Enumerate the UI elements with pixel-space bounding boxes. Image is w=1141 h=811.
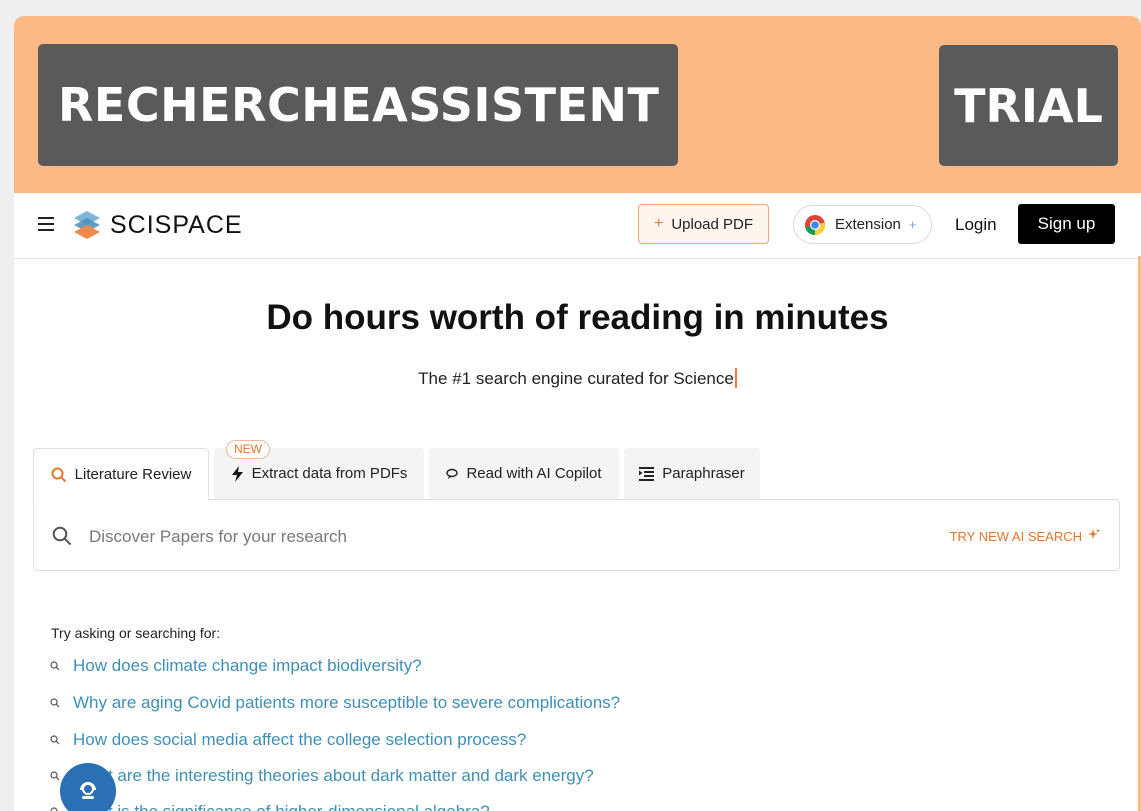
top-navbar: SCISPACE + Upload PDF Extension + Login … [14, 193, 1141, 259]
paraphrase-icon [639, 466, 655, 481]
extension-button[interactable]: Extension + [793, 205, 932, 244]
suggestion-item[interactable]: How does climate change impact biodivers… [50, 656, 422, 676]
banner-trial-label: TRIAL [939, 45, 1118, 166]
search-icon [50, 771, 60, 781]
suggestion-item[interactable]: How does social media affect the college… [50, 730, 526, 750]
tab-label: Paraphraser [662, 465, 745, 482]
chrome-icon [805, 214, 826, 235]
brand-name: SCISPACE [110, 210, 243, 239]
hero-subtitle-text: The #1 search engine curated for Science [418, 369, 734, 388]
suggestions-heading: Try asking or searching for: [51, 625, 221, 641]
upload-pdf-button[interactable]: + Upload PDF [638, 204, 769, 244]
text-cursor [734, 368, 737, 388]
search-bar[interactable]: Discover Papers for your research TRY NE… [33, 499, 1120, 571]
ai-search-label: TRY NEW AI SEARCH [949, 529, 1082, 544]
hero-title: Do hours worth of reading in minutes [266, 298, 889, 337]
upload-pdf-label: Upload PDF [671, 215, 754, 233]
tab-label: Extract data from PDFs [251, 465, 408, 482]
lightning-icon [231, 465, 244, 482]
search-icon [51, 467, 67, 483]
sparkle-icon [1087, 528, 1101, 545]
banner-title: RECHERCHEASSISTENT [38, 44, 678, 166]
login-link[interactable]: Login [955, 215, 997, 235]
search-icon [50, 661, 60, 671]
tab-paraphraser[interactable]: Paraphraser [624, 448, 760, 499]
hero-subtitle: The #1 search engine curated for Science [14, 368, 1141, 389]
suggestion-text: How does climate change impact biodivers… [73, 656, 422, 675]
tab-literature-review[interactable]: Literature Review [33, 448, 209, 500]
search-icon [50, 735, 60, 745]
search-icon [50, 698, 60, 708]
suggestion-text: What is the significance of higher-dimen… [73, 802, 490, 811]
sign-up-button[interactable]: Sign up [1018, 204, 1115, 244]
extension-label: Extension [835, 216, 901, 233]
plus-icon: + [653, 215, 664, 232]
suggestion-item[interactable]: What is the significance of higher-dimen… [50, 802, 490, 811]
search-icon [52, 526, 72, 551]
scispace-logo-icon [74, 211, 100, 239]
suggestion-item[interactable]: What are the interesting theories about … [50, 766, 594, 786]
plus-icon: + [908, 217, 917, 232]
suggestion-text: How does social media affect the college… [73, 730, 527, 749]
suggestion-text: What are the interesting theories about … [73, 766, 594, 785]
support-agent-icon [80, 782, 96, 799]
suggestion-item[interactable]: Why are aging Covid patients more suscep… [50, 693, 620, 713]
menu-icon[interactable] [38, 217, 54, 231]
search-icon [50, 807, 60, 811]
trial-banner: RECHERCHEASSISTENT TRIAL [14, 16, 1141, 193]
try-ai-search-button[interactable]: TRY NEW AI SEARCH [950, 528, 1101, 545]
support-chat-button[interactable] [60, 763, 116, 811]
tab-label: Read with AI Copilot [466, 465, 602, 482]
tab-label: Literature Review [74, 466, 192, 483]
suggestion-text: Why are aging Covid patients more suscep… [73, 693, 621, 712]
tab-read-with-ai-copilot[interactable]: Read with AI Copilot [429, 448, 619, 499]
chat-bubble-icon [446, 468, 459, 480]
brand-logo[interactable]: SCISPACE [72, 209, 243, 241]
search-input[interactable]: Discover Papers for your research [89, 527, 347, 547]
new-badge: NEW [226, 440, 270, 459]
app-frame: RECHERCHEASSISTENT TRIAL SCISPACE + Uplo… [14, 16, 1141, 811]
